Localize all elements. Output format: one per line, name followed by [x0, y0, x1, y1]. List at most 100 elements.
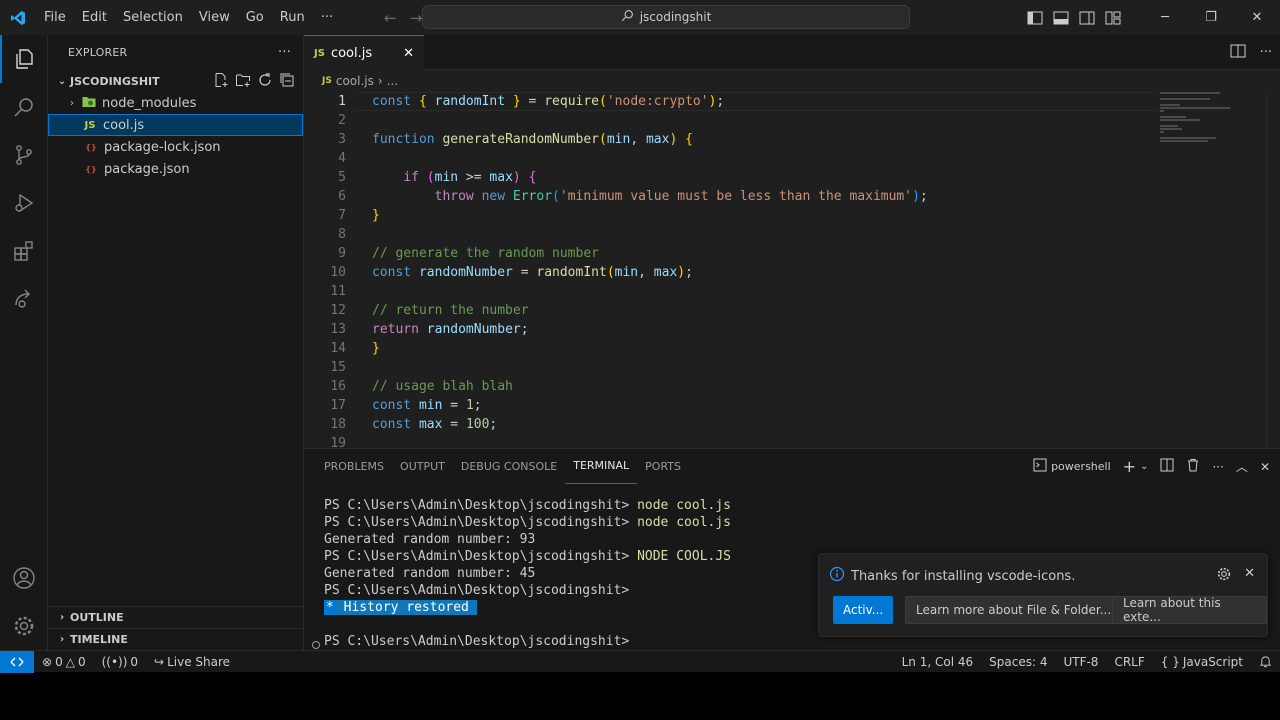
- problems-status[interactable]: ⊗ 0 △ 0: [34, 655, 94, 669]
- search-icon: [621, 9, 634, 25]
- learn-about-extension-button[interactable]: Learn about this exte...: [1112, 596, 1267, 624]
- tree-item-package-lock-json[interactable]: {} package-lock.json: [48, 136, 303, 158]
- menu-go[interactable]: Go: [238, 0, 272, 35]
- search-sidebar-icon[interactable]: [0, 83, 48, 131]
- encoding[interactable]: UTF-8: [1055, 655, 1106, 669]
- menu-more[interactable]: ···: [313, 0, 341, 35]
- js-file-icon: JS: [322, 76, 332, 86]
- toggle-secondary-sidebar-icon[interactable]: [1074, 0, 1100, 35]
- maximize-panel-icon[interactable]: ︿: [1236, 458, 1248, 475]
- command-decoration-icon[interactable]: [312, 641, 320, 649]
- indentation[interactable]: Spaces: 4: [981, 655, 1055, 669]
- refresh-icon[interactable]: [257, 72, 273, 91]
- menu-view[interactable]: View: [191, 0, 238, 35]
- tree-item-node-modules[interactable]: › node_modules: [48, 92, 303, 114]
- terminal-profile[interactable]: powershell: [1033, 458, 1111, 475]
- line-number: 6: [338, 189, 346, 204]
- close-panel-icon[interactable]: ✕: [1260, 460, 1270, 474]
- notification-close-icon[interactable]: ✕: [1244, 566, 1255, 586]
- notification-settings-gear-icon[interactable]: [1216, 566, 1232, 586]
- explorer-icon[interactable]: [0, 35, 48, 83]
- tab-ports[interactable]: PORTS: [637, 449, 689, 484]
- outline-section[interactable]: › OUTLINE: [48, 606, 304, 628]
- code-editor[interactable]: 1 2 3 4 5 6 7 8 9 10 11 12 13 14 15 16 17 18 19 const { ra…: [304, 92, 1280, 448]
- js-file-icon: JS: [314, 47, 325, 59]
- end-of-line[interactable]: CRLF: [1106, 655, 1152, 669]
- warning-count: 0: [77, 654, 86, 669]
- line-number: 3: [338, 132, 346, 147]
- line-number: 2: [338, 113, 346, 128]
- line-number: 11: [330, 284, 346, 299]
- chevron-down-icon: ⌄: [57, 75, 67, 87]
- remote-indicator-icon[interactable]: [0, 650, 34, 673]
- line-number: 18: [330, 417, 346, 432]
- source-control-icon[interactable]: [0, 131, 48, 179]
- cursor-position[interactable]: Ln 1, Col 46: [894, 655, 982, 669]
- back-arrow-icon[interactable]: ←: [377, 9, 403, 27]
- language-mode[interactable]: { } JavaScript: [1153, 655, 1251, 669]
- toggle-panel-icon[interactable]: [1048, 0, 1074, 35]
- trash-icon[interactable]: [1186, 458, 1200, 475]
- customize-layout-icon[interactable]: [1100, 0, 1126, 35]
- menu-file[interactable]: File: [36, 0, 74, 35]
- learn-more-file-folder-button[interactable]: Learn more about File & Folder...: [905, 596, 1123, 624]
- terminal-output[interactable]: PS C:\Users\Admin\Desktop\jscodingshit> …: [324, 497, 731, 616]
- timeline-section[interactable]: › TIMELINE: [48, 628, 304, 650]
- toggle-primary-sidebar-icon[interactable]: [1022, 0, 1048, 35]
- accounts-icon[interactable]: [0, 554, 48, 602]
- breadcrumb: JS cool.js › ...: [304, 70, 1280, 92]
- activity-bar: [0, 35, 48, 650]
- close-window-icon[interactable]: ✕: [1234, 0, 1280, 35]
- new-folder-icon[interactable]: [235, 72, 251, 91]
- breadcrumb-file[interactable]: cool.js: [336, 74, 374, 88]
- command-center-search[interactable]: jscodingshit: [422, 5, 910, 29]
- tab-output[interactable]: OUTPUT: [392, 449, 453, 484]
- timeline-label: TIMELINE: [70, 633, 128, 646]
- ports-status[interactable]: ((•)) 0: [94, 655, 146, 669]
- status-bar: ⊗ 0 △ 0 ((•)) 0 ↪ Live Share Ln 1, Col 4…: [0, 650, 1280, 673]
- chevron-down-icon[interactable]: ⌄: [1140, 461, 1148, 472]
- line-number: 15: [330, 360, 346, 375]
- live-share-activity-icon[interactable]: [0, 275, 48, 323]
- terminal-prompt: PS C:\Users\Admin\Desktop\jscodingshit>: [324, 498, 630, 513]
- language-label: JavaScript: [1182, 654, 1243, 669]
- tab-debug-console[interactable]: DEBUG CONSOLE: [453, 449, 565, 484]
- activate-button[interactable]: Activ...: [833, 596, 894, 624]
- editor-scrollbar[interactable]: [1266, 92, 1280, 448]
- workspace-folder[interactable]: ⌄ JSCODINGSHIT: [48, 70, 303, 92]
- new-terminal-icon[interactable]: +: [1123, 457, 1136, 476]
- minimize-icon[interactable]: ─: [1142, 0, 1188, 35]
- tab-cool-js[interactable]: JS cool.js ✕: [304, 35, 424, 70]
- minimap[interactable]: [1160, 92, 1236, 152]
- extensions-icon[interactable]: [0, 227, 48, 275]
- menu-run[interactable]: Run: [272, 0, 313, 35]
- close-tab-icon[interactable]: ✕: [403, 46, 414, 61]
- tree-item-cool-js[interactable]: JS cool.js: [48, 114, 303, 136]
- manage-gear-icon[interactable]: [0, 602, 48, 650]
- tab-problems[interactable]: PROBLEMS: [316, 449, 392, 484]
- json-file-icon: {}: [85, 142, 97, 152]
- line-number: 4: [338, 151, 346, 166]
- terminal-current-line[interactable]: PS C:\Users\Admin\Desktop\jscodingshit>: [324, 633, 629, 650]
- editor-tabs: JS cool.js ✕ ···: [304, 35, 1280, 70]
- menu-edit[interactable]: Edit: [74, 0, 115, 35]
- restore-icon[interactable]: ❐: [1188, 0, 1234, 35]
- split-editor-icon[interactable]: [1230, 44, 1246, 62]
- breadcrumb-more[interactable]: ...: [387, 74, 398, 88]
- notifications-bell-icon[interactable]: [1251, 655, 1280, 668]
- more-actions-icon[interactable]: ···: [1260, 45, 1272, 60]
- json-file-icon: {}: [85, 164, 97, 174]
- terminal-prompt: PS C:\Users\Admin\Desktop\jscodingshit>: [324, 583, 630, 598]
- run-debug-icon[interactable]: [0, 179, 48, 227]
- ports-count: 0: [130, 654, 139, 669]
- more-actions-icon[interactable]: ···: [1212, 460, 1223, 474]
- collapse-all-icon[interactable]: [279, 72, 295, 91]
- live-share-status[interactable]: ↪ Live Share: [146, 655, 238, 669]
- menu-selection[interactable]: Selection: [115, 0, 191, 35]
- tree-item-package-json[interactable]: {} package.json: [48, 158, 303, 180]
- explorer-more-button[interactable]: ···: [278, 45, 291, 60]
- tab-terminal[interactable]: TERMINAL: [565, 449, 638, 484]
- split-terminal-icon[interactable]: [1160, 458, 1174, 475]
- terminal-prompt: PS C:\Users\Admin\Desktop\jscodingshit>: [324, 549, 630, 564]
- new-file-icon[interactable]: [213, 72, 229, 91]
